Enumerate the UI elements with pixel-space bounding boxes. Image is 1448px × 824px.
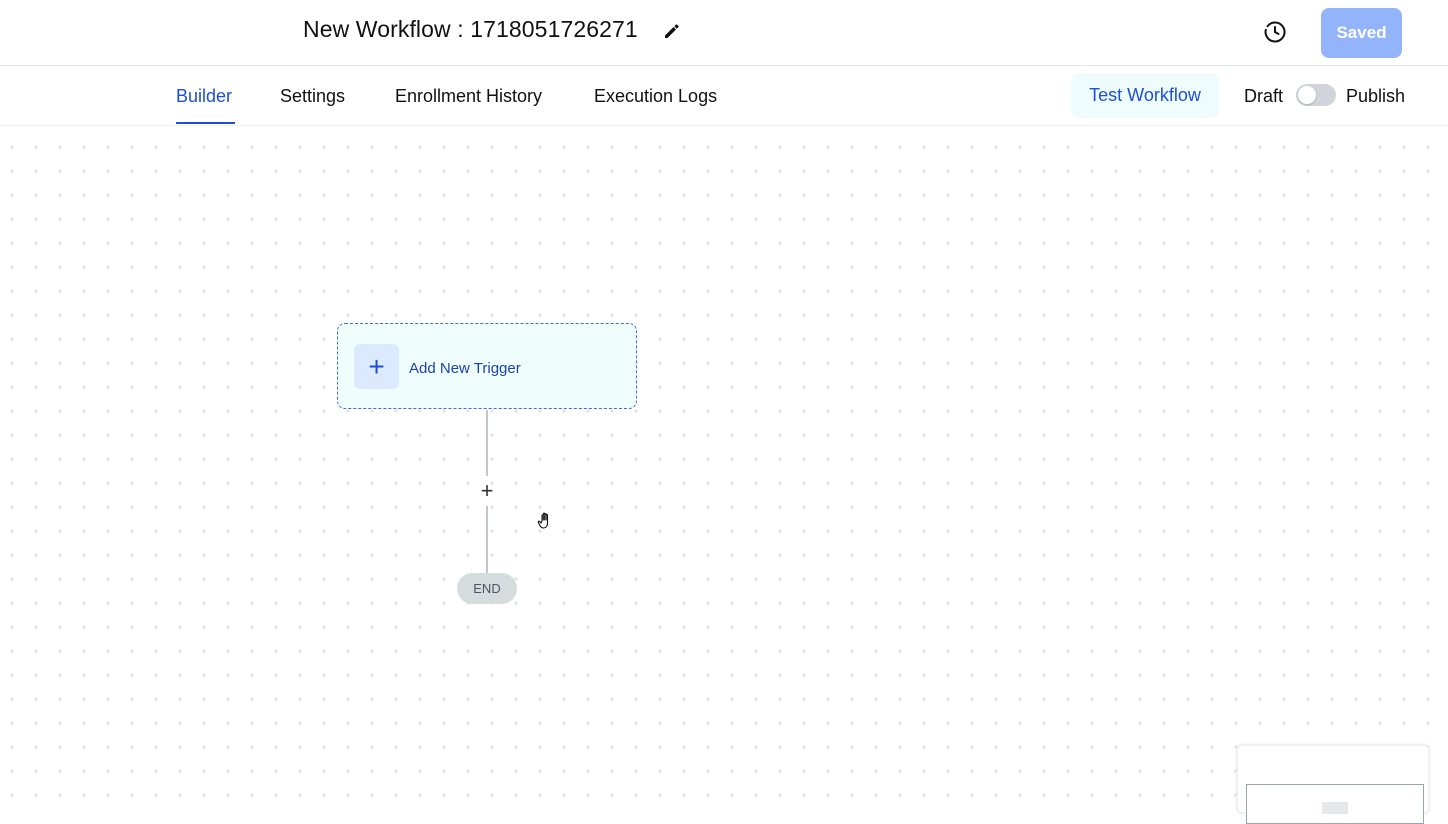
- saved-button[interactable]: Saved: [1321, 8, 1402, 58]
- publish-toggle[interactable]: [1296, 84, 1336, 106]
- workflow-title: New Workflow : 1718051726271: [303, 16, 638, 42]
- top-header: New Workflow : 1718051726271 Saved: [0, 0, 1448, 66]
- history-clock-icon[interactable]: [1262, 19, 1288, 45]
- add-trigger-label: Add New Trigger: [409, 360, 521, 377]
- tab-bar: Builder Settings Enrollment History Exec…: [0, 66, 1448, 126]
- tab-enrollment-history[interactable]: Enrollment History: [395, 86, 542, 107]
- tab-execution-logs[interactable]: Execution Logs: [594, 86, 717, 107]
- active-tab-indicator: [176, 122, 235, 124]
- workflow-canvas[interactable]: [0, 127, 1448, 808]
- toggle-knob: [1298, 86, 1316, 104]
- minimap[interactable]: [1236, 744, 1430, 824]
- tab-builder[interactable]: Builder: [176, 86, 232, 107]
- publish-label: Publish: [1346, 86, 1406, 106]
- add-new-trigger-card[interactable]: + Add New Trigger: [337, 323, 637, 409]
- draft-label: Draft: [1244, 86, 1284, 106]
- end-node: END: [457, 573, 517, 604]
- connector-line-bottom: [486, 506, 488, 573]
- connector-line-top: [486, 410, 488, 476]
- add-step-button[interactable]: +: [476, 479, 498, 503]
- tab-settings[interactable]: Settings: [280, 86, 345, 107]
- pencil-icon[interactable]: [662, 21, 682, 41]
- test-workflow-button[interactable]: Test Workflow: [1071, 73, 1219, 118]
- hand-cursor-icon: [535, 510, 557, 532]
- minimap-node: [1322, 802, 1348, 814]
- plus-icon: +: [354, 344, 399, 389]
